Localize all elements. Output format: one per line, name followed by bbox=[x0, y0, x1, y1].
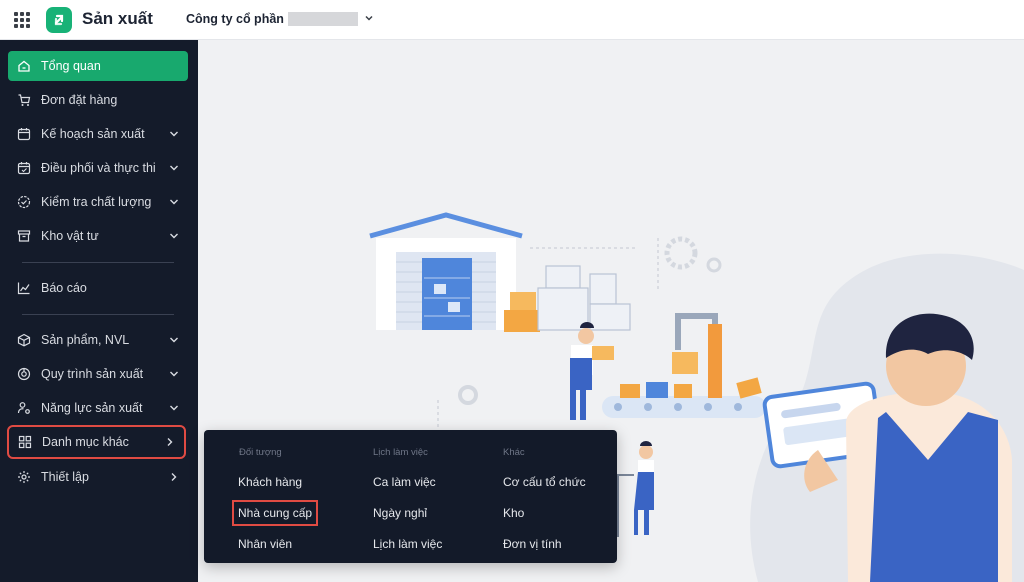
sidebar-item-quy-trinh-san-xuat[interactable]: Quy trình sản xuất bbox=[8, 359, 188, 389]
danh-muc-khac-submenu: Đối tượng Lịch làm việc Khác Khách hàng … bbox=[204, 430, 617, 563]
sidebar-item-label: Thiết lập bbox=[41, 470, 89, 484]
cart-icon bbox=[17, 93, 31, 107]
cube-icon bbox=[17, 333, 31, 347]
submenu-item-ngay-nghi[interactable]: Ngày nghỉ bbox=[373, 506, 427, 520]
sidebar-item-kiem-tra-chat-luong[interactable]: Kiểm tra chất lượng bbox=[8, 187, 188, 217]
chevron-down-icon bbox=[364, 12, 374, 26]
sidebar-item-label: Kế hoạch sản xuất bbox=[41, 127, 145, 141]
calendar-icon bbox=[17, 127, 31, 141]
submenu-heading-lich-lam-viec: Lịch làm việc bbox=[373, 447, 428, 458]
chevron-right-icon bbox=[168, 471, 180, 483]
submenu-item-lich-lam-viec[interactable]: Lịch làm việc bbox=[373, 537, 442, 551]
sidebar: Tổng quan Đơn đặt hàng Kế hoạch sản xuất… bbox=[0, 40, 198, 582]
sidebar-item-label: Sản phẩm, NVL bbox=[41, 333, 130, 347]
chevron-down-icon bbox=[168, 334, 180, 346]
sidebar-item-label: Quy trình sản xuất bbox=[41, 367, 144, 381]
company-name: Công ty cổ phần bbox=[186, 12, 284, 26]
user-gear-icon bbox=[17, 401, 31, 415]
submenu-item-co-cau-to-chuc[interactable]: Cơ cấu tổ chức bbox=[503, 475, 586, 489]
chevron-down-icon bbox=[168, 230, 180, 242]
sidebar-item-label: Tổng quan bbox=[41, 59, 101, 73]
submenu-item-ca-lam-viec[interactable]: Ca làm việc bbox=[373, 475, 436, 489]
home-icon bbox=[17, 59, 31, 73]
top-header: Sản xuất Công ty cổ phần bbox=[0, 0, 1024, 40]
submenu-heading-doi-tuong: Đối tượng bbox=[239, 447, 282, 458]
submenu-item-nha-cung-cap[interactable]: Nhà cung cấp bbox=[231, 500, 319, 526]
sidebar-divider bbox=[22, 314, 174, 315]
chart-icon bbox=[17, 281, 31, 295]
sidebar-item-label: Kiểm tra chất lượng bbox=[41, 195, 152, 209]
submenu-item-khach-hang[interactable]: Khách hàng bbox=[238, 475, 302, 489]
sidebar-item-label: Báo cáo bbox=[41, 281, 87, 295]
submenu-item-nhan-vien[interactable]: Nhân viên bbox=[238, 537, 292, 551]
archive-icon bbox=[17, 229, 31, 243]
chevron-down-icon bbox=[168, 162, 180, 174]
sidebar-item-kho-vat-tu[interactable]: Kho vật tư bbox=[8, 221, 188, 251]
gear-icon bbox=[17, 470, 31, 484]
quality-check-icon bbox=[17, 195, 31, 209]
apps-grid-icon[interactable] bbox=[14, 12, 30, 28]
sidebar-item-label: Điều phối và thực thi bbox=[41, 161, 156, 175]
chevron-right-icon bbox=[164, 436, 176, 448]
chevron-down-icon bbox=[168, 128, 180, 140]
company-name-redacted bbox=[287, 12, 358, 26]
sidebar-item-label: Đơn đặt hàng bbox=[41, 93, 118, 107]
company-selector[interactable]: Công ty cổ phần bbox=[186, 12, 374, 26]
sidebar-item-label: Kho vật tư bbox=[41, 229, 99, 243]
submenu-heading-khac: Khác bbox=[503, 447, 525, 458]
sidebar-item-tong-quan[interactable]: Tổng quan bbox=[8, 51, 188, 81]
sidebar-divider bbox=[22, 262, 174, 263]
calendar-check-icon bbox=[17, 161, 31, 175]
submenu-item-don-vi-tinh[interactable]: Đơn vị tính bbox=[503, 537, 562, 551]
sidebar-item-bao-cao[interactable]: Báo cáo bbox=[8, 273, 188, 303]
app-logo-icon bbox=[46, 7, 72, 33]
submenu-item-kho[interactable]: Kho bbox=[503, 506, 524, 520]
sidebar-item-thiet-lap[interactable]: Thiết lập bbox=[8, 462, 188, 492]
chevron-down-icon bbox=[168, 402, 180, 414]
process-icon bbox=[17, 367, 31, 381]
sidebar-item-san-pham-nvl[interactable]: Sản phẩm, NVL bbox=[8, 325, 188, 355]
chevron-down-icon bbox=[168, 196, 180, 208]
sidebar-item-label: Danh mục khác bbox=[42, 435, 129, 449]
sidebar-item-danh-muc-khac[interactable]: Danh mục khác bbox=[7, 425, 186, 459]
sidebar-item-ke-hoach-san-xuat[interactable]: Kế hoạch sản xuất bbox=[8, 119, 188, 149]
sidebar-item-label: Năng lực sản xuất bbox=[41, 401, 143, 415]
sidebar-item-dieu-phoi[interactable]: Điều phối và thực thi bbox=[8, 153, 188, 183]
app-title: Sản xuất bbox=[82, 9, 153, 28]
sidebar-item-don-dat-hang[interactable]: Đơn đặt hàng bbox=[8, 85, 188, 115]
chevron-down-icon bbox=[168, 368, 180, 380]
sidebar-item-nang-luc-san-xuat[interactable]: Năng lực sản xuất bbox=[8, 393, 188, 423]
grid-icon bbox=[18, 435, 32, 449]
